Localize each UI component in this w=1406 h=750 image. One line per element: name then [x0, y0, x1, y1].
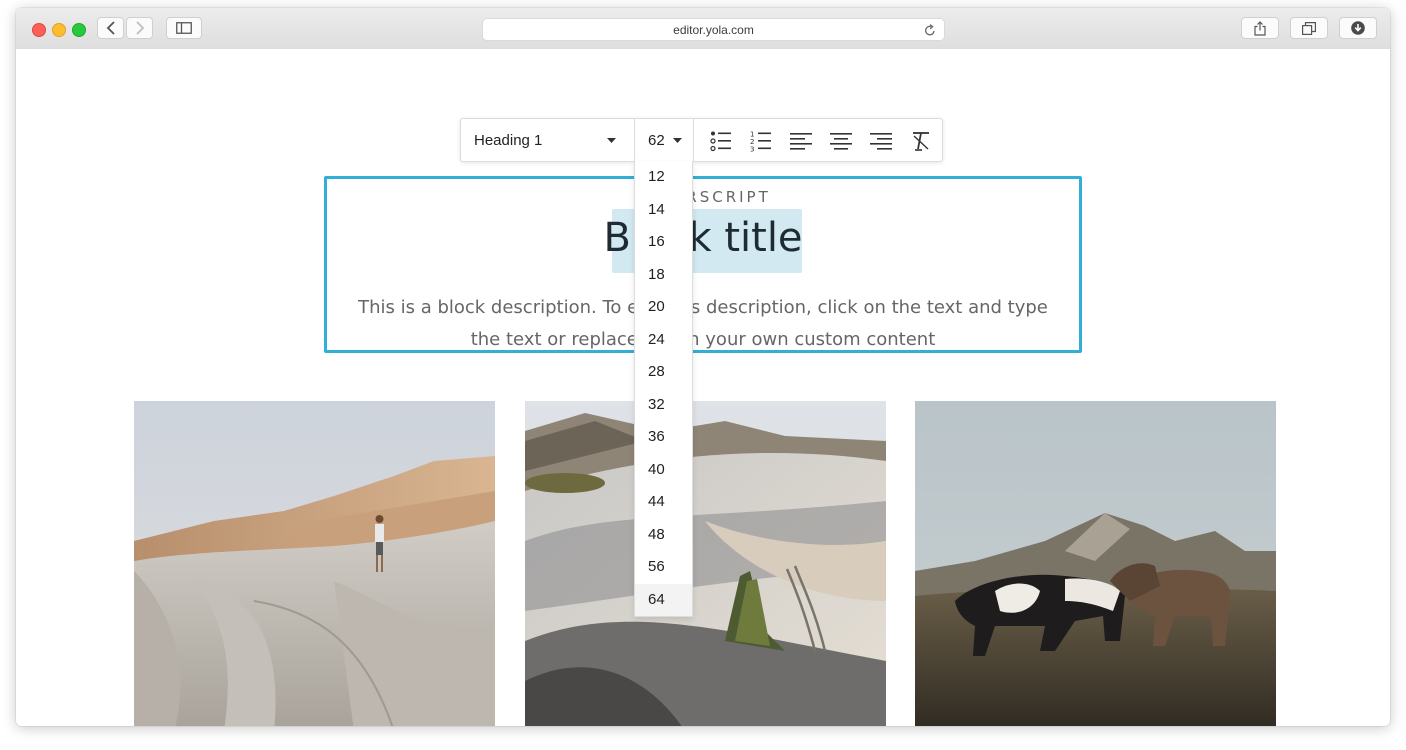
sidebar-button[interactable] [166, 17, 202, 39]
share-icon [1254, 20, 1266, 36]
back-button[interactable] [97, 17, 124, 39]
font-size-option[interactable]: 12 [635, 161, 692, 194]
font-size-option[interactable]: 32 [635, 389, 692, 422]
gallery-photo-sand-dunes[interactable] [525, 401, 886, 726]
font-size-option[interactable]: 28 [635, 356, 692, 389]
font-size-value: 62 [648, 131, 665, 149]
numbered-list-button[interactable]: 1 2 3 [749, 129, 773, 153]
text-style-select[interactable]: Heading 1 [461, 119, 635, 161]
browser-window: editor.yola.com Heading 1 62 1 2 3 12 14… [16, 8, 1390, 726]
back-icon [106, 21, 115, 35]
text-format-toolbar: Heading 1 62 1 2 3 [460, 118, 943, 162]
text-style-value: Heading 1 [474, 131, 543, 149]
clear-format-button[interactable] [909, 129, 933, 153]
sidebar-icon [176, 22, 192, 34]
forward-icon [135, 21, 144, 35]
align-right-button[interactable] [869, 129, 893, 153]
block-description[interactable]: This is a block description. To edit thi… [347, 292, 1059, 356]
close-window-button[interactable] [32, 23, 46, 37]
font-size-option[interactable]: 18 [635, 259, 692, 292]
download-icon [1351, 21, 1365, 35]
font-size-option[interactable]: 14 [635, 194, 692, 227]
sand-dunes-tree-photo [525, 401, 886, 726]
svg-text:3: 3 [750, 146, 754, 153]
align-center-button[interactable] [829, 129, 853, 153]
font-size-option[interactable]: 36 [635, 421, 692, 454]
share-button[interactable] [1241, 17, 1279, 39]
chevron-down-icon [673, 138, 682, 143]
bullet-list-icon [710, 131, 731, 152]
font-size-option[interactable]: 48 [635, 519, 692, 552]
desert-rocks-person-photo [134, 401, 495, 726]
font-size-dropdown: 12 14 16 18 20 24 28 32 36 40 44 48 56 6… [634, 161, 693, 617]
maximize-window-button[interactable] [72, 23, 86, 37]
align-left-icon [790, 133, 812, 150]
clear-format-icon [913, 132, 929, 151]
font-size-option[interactable]: 40 [635, 454, 692, 487]
text-block-selected[interactable]: SUPERSCRIPT Block title This is a block … [324, 176, 1082, 353]
reload-icon[interactable] [924, 24, 936, 37]
browser-titlebar: editor.yola.com [16, 8, 1390, 50]
downloads-button[interactable] [1339, 17, 1377, 39]
minimize-window-button[interactable] [52, 23, 66, 37]
font-size-option[interactable]: 24 [635, 324, 692, 357]
block-title[interactable]: Block title [327, 215, 1079, 261]
align-center-icon [830, 133, 852, 150]
forward-button[interactable] [126, 17, 153, 39]
numbered-list-icon: 1 2 3 [750, 131, 771, 153]
font-size-option[interactable]: 44 [635, 486, 692, 519]
gallery-photo-desert-rocks[interactable] [134, 401, 495, 726]
font-size-option-highlighted[interactable]: 64 [635, 583, 692, 616]
address-bar[interactable]: editor.yola.com [482, 18, 945, 41]
font-size-option[interactable]: 20 [635, 291, 692, 324]
tabs-button[interactable] [1290, 17, 1328, 39]
align-right-icon [870, 133, 892, 150]
gallery-photo-horses[interactable] [915, 401, 1276, 726]
editor-canvas: Heading 1 62 1 2 3 12 14 16 18 20 24 28 … [16, 49, 1390, 726]
horses-mountain-photo [915, 401, 1276, 726]
block-superscript[interactable]: SUPERSCRIPT [327, 188, 1079, 206]
chevron-down-icon [607, 138, 616, 143]
font-size-option[interactable]: 16 [635, 226, 692, 259]
align-left-button[interactable] [789, 129, 813, 153]
bullet-list-button[interactable] [709, 129, 733, 153]
font-size-select[interactable]: 62 [635, 119, 694, 161]
url-text: editor.yola.com [673, 22, 754, 37]
tabs-icon [1302, 21, 1316, 35]
font-size-option[interactable]: 56 [635, 551, 692, 584]
